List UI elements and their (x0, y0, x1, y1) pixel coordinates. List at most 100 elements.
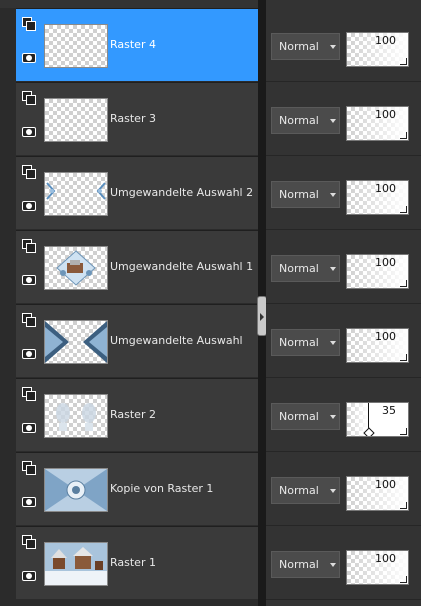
layer-stack-icon[interactable] (22, 165, 36, 179)
layer-stack-icon[interactable] (22, 17, 36, 31)
opacity-field[interactable]: 100 (346, 32, 409, 67)
chevron-down-icon (330, 563, 336, 567)
layer-name: Raster 3 (110, 112, 156, 125)
blend-mode-dropdown[interactable]: Normal (271, 551, 340, 578)
blend-mode-value: Normal (279, 114, 319, 127)
layer-row[interactable]: Raster 1 (16, 526, 258, 599)
opacity-marker[interactable] (368, 403, 370, 431)
layer-row[interactable]: Umgewandelte Auswahl (16, 304, 258, 377)
layer-row[interactable]: Raster 3 (16, 82, 258, 155)
chevron-down-icon (330, 341, 336, 345)
layer-thumbnail (44, 320, 108, 364)
opacity-field[interactable]: 35 (346, 402, 409, 437)
layer-name: Umgewandelte Auswahl (110, 334, 243, 347)
layer-row[interactable]: Raster 2 (16, 378, 258, 451)
row-separator (266, 81, 421, 82)
blend-mode-dropdown[interactable]: Normal (271, 403, 340, 430)
layer-thumbnail (44, 394, 108, 438)
blend-mode-value: Normal (279, 410, 319, 423)
eye-icon[interactable] (22, 53, 36, 63)
resize-grip-icon (400, 280, 407, 287)
blend-mode-dropdown[interactable]: Normal (271, 255, 340, 282)
layer-name: Raster 1 (110, 556, 156, 569)
chevron-down-icon (330, 267, 336, 271)
layer-name: Kopie von Raster 1 (110, 482, 214, 495)
layer-row[interactable]: Kopie von Raster 1 (16, 452, 258, 525)
eye-icon[interactable] (22, 201, 36, 211)
layer-name: Raster 4 (110, 38, 156, 51)
eye-icon[interactable] (22, 497, 36, 507)
blend-mode-value: Normal (279, 262, 319, 275)
chevron-down-icon (330, 489, 336, 493)
resize-grip-icon (400, 132, 407, 139)
layer-stack-icon[interactable] (22, 239, 36, 253)
row-separator (266, 377, 421, 378)
row-separator (266, 229, 421, 230)
layer-stack-icon[interactable] (22, 91, 36, 105)
opacity-field[interactable]: 100 (346, 476, 409, 511)
row-separator (266, 303, 421, 304)
eye-icon[interactable] (22, 349, 36, 359)
layer-row[interactable]: Raster 4 (16, 8, 258, 81)
opacity-field[interactable]: 100 (346, 254, 409, 289)
resize-grip-icon (400, 58, 407, 65)
blend-mode-dropdown[interactable]: Normal (271, 329, 340, 356)
chevron-down-icon (330, 119, 336, 123)
layer-stack-icon[interactable] (22, 461, 36, 475)
opacity-value: 100 (375, 108, 396, 121)
layer-row[interactable]: Umgewandelte Auswahl 2 (16, 156, 258, 229)
blend-mode-dropdown[interactable]: Normal (271, 33, 340, 60)
row-separator (266, 155, 421, 156)
resize-grip-icon (400, 354, 407, 361)
layer-thumbnail (44, 24, 108, 68)
layer-name: Umgewandelte Auswahl 1 (110, 260, 254, 273)
opacity-field[interactable]: 100 (346, 550, 409, 585)
layer-stack-icon[interactable] (22, 387, 36, 401)
chevron-down-icon (330, 193, 336, 197)
blend-mode-value: Normal (279, 558, 319, 571)
opacity-value: 100 (375, 34, 396, 47)
row-separator (266, 451, 421, 452)
layer-name: Raster 2 (110, 408, 156, 421)
eye-icon[interactable] (22, 423, 36, 433)
opacity-field[interactable]: 100 (346, 106, 409, 141)
eye-icon[interactable] (22, 127, 36, 137)
blend-mode-value: Normal (279, 336, 319, 349)
layer-thumbnail (44, 246, 108, 290)
chevron-down-icon (330, 415, 336, 419)
panel-top-edge (0, 0, 258, 8)
row-separator (266, 599, 421, 600)
blend-mode-dropdown[interactable]: Normal (271, 477, 340, 504)
layer-list-panel: Raster 4 Raster 3 Umgewandelte Auswahl 2 Um… (0, 0, 258, 606)
opacity-value: 100 (375, 182, 396, 195)
eye-icon[interactable] (22, 275, 36, 285)
eye-icon[interactable] (22, 571, 36, 581)
opacity-value: 100 (375, 330, 396, 343)
blend-mode-dropdown[interactable]: Normal (271, 181, 340, 208)
blend-mode-value: Normal (279, 40, 319, 53)
opacity-value: 100 (375, 256, 396, 269)
layer-stack-icon[interactable] (22, 313, 36, 327)
opacity-value: 35 (382, 404, 396, 417)
resize-grip-icon (400, 428, 407, 435)
resize-grip-icon (400, 206, 407, 213)
layer-thumbnail (44, 542, 108, 586)
blend-mode-value: Normal (279, 188, 319, 201)
resize-grip-icon (400, 576, 407, 583)
layer-name: Umgewandelte Auswahl 2 (110, 186, 254, 199)
layer-properties-panel: Normal 100 Normal 100 Normal 100 Normal 100 Norm… (266, 0, 421, 606)
opacity-field[interactable]: 100 (346, 328, 409, 363)
resize-grip-icon (400, 502, 407, 509)
layer-row[interactable]: Umgewandelte Auswahl 1 (16, 230, 258, 303)
opacity-value: 100 (375, 478, 396, 491)
layer-thumbnail (44, 98, 108, 142)
layer-stack-icon[interactable] (22, 535, 36, 549)
blend-mode-dropdown[interactable]: Normal (271, 107, 340, 134)
blend-mode-value: Normal (279, 484, 319, 497)
chevron-down-icon (330, 45, 336, 49)
layer-thumbnail (44, 468, 108, 512)
opacity-value: 100 (375, 552, 396, 565)
opacity-field[interactable]: 100 (346, 180, 409, 215)
row-separator (266, 525, 421, 526)
layer-thumbnail (44, 172, 108, 216)
